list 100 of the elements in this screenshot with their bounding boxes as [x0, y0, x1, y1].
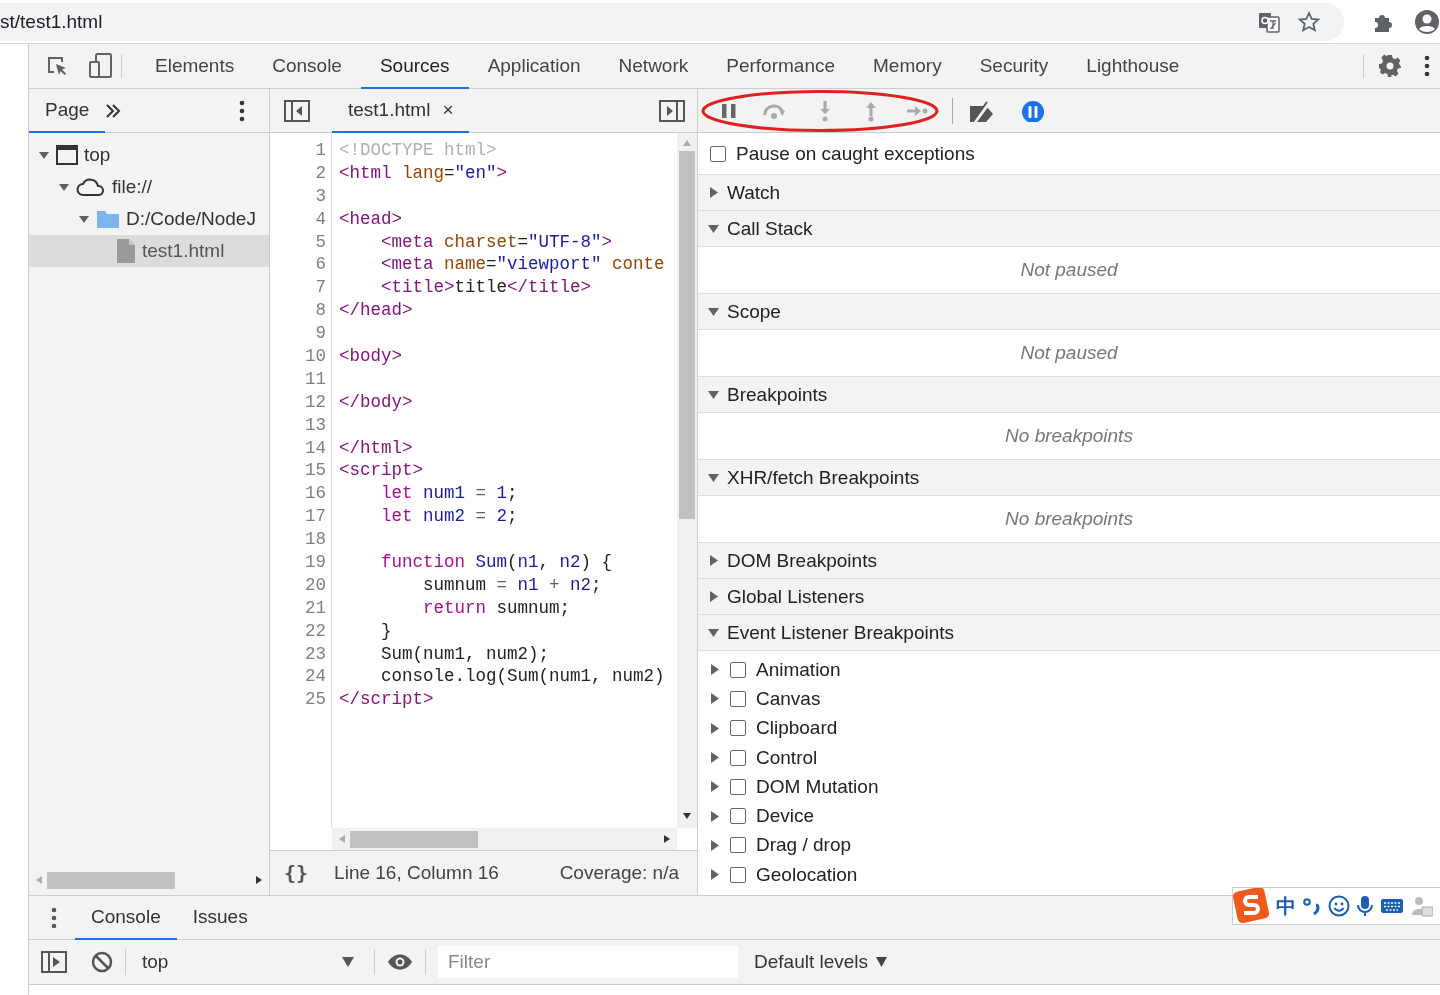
section-header[interactable]: Breakpoints	[698, 377, 1440, 413]
listener-item[interactable]: Drag / drop	[698, 830, 1440, 861]
checkbox[interactable]	[730, 837, 746, 854]
horizontal-scrollbar[interactable]	[332, 828, 677, 850]
checkbox[interactable]	[730, 661, 746, 678]
expand-arrow-icon[interactable]	[58, 181, 70, 193]
section-header[interactable]: Global Listeners	[698, 579, 1440, 615]
scroll-right-icon[interactable]	[255, 875, 263, 885]
line-number: 17	[304, 506, 327, 529]
code-line: console.log(Sum(num1, num2)	[380, 666, 665, 689]
section-title: Scope	[727, 300, 781, 323]
line-number: 15	[304, 460, 327, 483]
input-mode[interactable]: 中	[1276, 892, 1296, 920]
vertical-scrollbar[interactable]	[677, 133, 697, 828]
expand-arrow-icon[interactable]	[710, 752, 720, 764]
listener-item[interactable]: Animation	[698, 655, 1440, 685]
checkbox[interactable]	[730, 808, 746, 825]
microphone-icon[interactable]	[1357, 895, 1373, 917]
eye-icon[interactable]	[387, 953, 413, 971]
code-line: <!DOCTYPE html>	[339, 140, 497, 162]
tree-item[interactable]: test1.html	[29, 235, 269, 267]
panel-tab[interactable]: Elements	[136, 44, 254, 89]
punctuation-icon[interactable]	[1303, 896, 1321, 916]
section-header[interactable]: DOM Breakpoints	[698, 543, 1440, 579]
star-icon[interactable]	[1298, 10, 1320, 33]
more-icon[interactable]	[239, 99, 245, 122]
scroll-down-icon[interactable]	[682, 812, 692, 820]
toggle-debugger-icon[interactable]	[659, 99, 685, 122]
section-header[interactable]: XHR/fetch Breakpoints	[698, 460, 1440, 496]
expand-arrow-icon[interactable]	[710, 693, 720, 705]
chevron-double-icon[interactable]	[105, 102, 122, 119]
expand-arrow-icon[interactable]	[710, 664, 720, 676]
line-number: 2	[314, 162, 327, 185]
section-header[interactable]: Call Stack	[698, 211, 1440, 247]
checkbox[interactable]	[730, 866, 746, 883]
line-number: 20	[304, 574, 327, 597]
panel-tab[interactable]: Performance	[707, 44, 855, 89]
keyboard-icon[interactable]	[1380, 897, 1404, 915]
panel-tab[interactable]: Network	[599, 44, 708, 89]
checkbox-label: Pause on caught exceptions	[736, 142, 975, 165]
tree-item[interactable]: top	[29, 139, 269, 171]
panel-tab[interactable]: Lighthouse	[1067, 44, 1199, 89]
expand-arrow-icon[interactable]	[710, 869, 720, 881]
panel-tab[interactable]: Application	[468, 44, 600, 89]
device-icon[interactable]	[89, 53, 113, 79]
panel-tab[interactable]: Security	[960, 44, 1068, 89]
expand-arrow-icon[interactable]	[710, 781, 720, 793]
tree-label: test1.html	[142, 240, 225, 262]
tree-label: D:/Code/NodeJ	[126, 208, 256, 230]
pause-on-exceptions-icon[interactable]	[1021, 99, 1045, 122]
checkbox[interactable]	[730, 778, 746, 795]
tree-item[interactable]: D:/Code/NodeJ	[29, 203, 269, 235]
tree-item[interactable]: file://	[29, 171, 269, 203]
checkbox[interactable]	[730, 749, 746, 766]
toggle-navigator-icon[interactable]	[284, 99, 310, 122]
expand-arrow-icon[interactable]	[710, 810, 720, 822]
address-field[interactable]: st/test1.html	[0, 2, 1344, 41]
drawer-tab[interactable]: Issues	[176, 896, 264, 940]
line-number: 25	[304, 689, 327, 712]
close-button[interactable]: ×	[442, 99, 454, 121]
panel-tab[interactable]: Memory	[854, 44, 961, 89]
line-number: 7	[314, 277, 327, 300]
checkbox[interactable]	[730, 690, 746, 707]
listener-item[interactable]: Geolocation	[698, 860, 1440, 890]
listener-item[interactable]: Device	[698, 801, 1440, 831]
listener-item[interactable]: Clipboard	[698, 713, 1440, 743]
section-header[interactable]: Event Listener Breakpoints	[698, 615, 1440, 651]
line-number: 19	[304, 552, 327, 575]
more-icon[interactable]	[1424, 55, 1430, 77]
panel-tab[interactable]: Console	[253, 44, 361, 89]
scroll-right-icon[interactable]	[663, 834, 671, 844]
section-header[interactable]: Scope	[698, 294, 1440, 330]
inspect-icon[interactable]	[45, 54, 69, 78]
tree-label: file://	[112, 176, 153, 198]
section-header[interactable]: Watch	[698, 175, 1440, 211]
pretty-print-button[interactable]: {}	[284, 861, 309, 885]
checkbox[interactable]	[710, 145, 726, 162]
navigator-tab[interactable]: Page	[29, 89, 106, 133]
checkbox-label: Control	[756, 746, 818, 769]
ime-logo-icon[interactable]	[1233, 888, 1269, 924]
listener-item[interactable]: Canvas	[698, 684, 1440, 714]
context-dropdown[interactable]: top	[138, 951, 358, 973]
expand-arrow-icon[interactable]	[710, 722, 720, 734]
checkbox[interactable]	[730, 720, 746, 737]
line-number: 13	[304, 414, 327, 437]
smiley-icon[interactable]	[1328, 895, 1350, 917]
sidebar-icon[interactable]	[41, 951, 67, 973]
more-icon[interactable]	[51, 906, 57, 929]
avatar-icon[interactable]	[1414, 8, 1440, 35]
filter-field[interactable]: Filter	[438, 946, 738, 978]
clear-icon[interactable]	[91, 951, 113, 973]
settings-icon[interactable]	[1378, 54, 1402, 78]
expand-arrow-icon[interactable]	[710, 839, 720, 851]
expand-arrow-icon[interactable]	[38, 149, 50, 161]
listener-item[interactable]: DOM Mutation	[698, 772, 1440, 802]
translate-icon[interactable]	[1258, 10, 1280, 33]
code-line: <html lang="en">	[339, 162, 508, 185]
listener-item[interactable]: Control	[698, 742, 1440, 773]
line-number: 22	[304, 620, 327, 643]
expand-arrow-icon[interactable]	[78, 213, 90, 225]
